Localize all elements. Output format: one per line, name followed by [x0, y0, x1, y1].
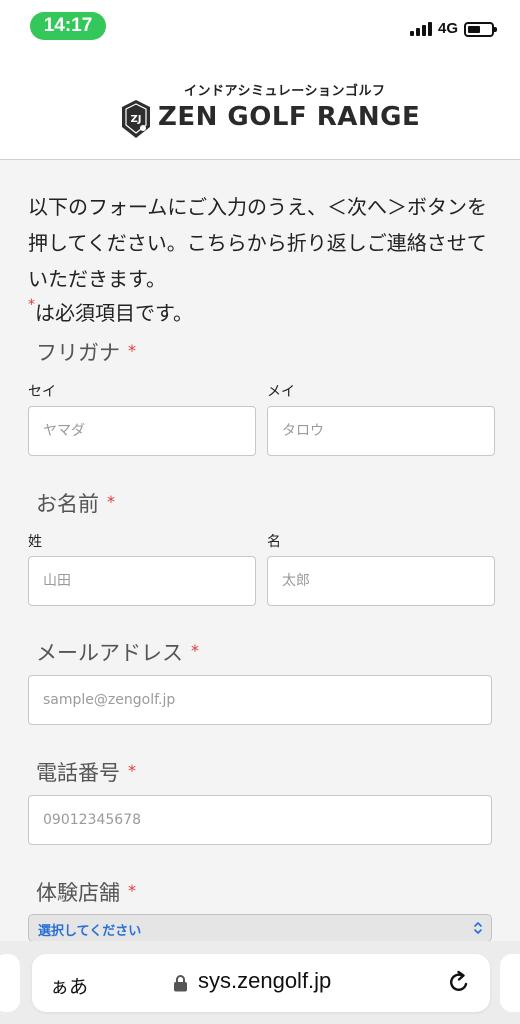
store-select[interactable]: 選択してください: [28, 914, 492, 941]
store-label-text: 体験店舗: [36, 881, 120, 905]
furigana-sei-input[interactable]: ヤマダ: [28, 406, 256, 456]
phone-field[interactable]: 09012345678: [28, 795, 492, 845]
required-marker: *: [128, 881, 136, 900]
furigana-label: フリガナ *: [36, 337, 136, 367]
svg-text:ZJ: ZJ: [131, 114, 142, 125]
lock-icon: [174, 975, 187, 992]
brand-name: ZEN GOLF RANGE: [158, 102, 421, 132]
last-name-input[interactable]: 山田: [28, 556, 256, 606]
first-name-input[interactable]: 太郎: [267, 556, 495, 606]
header-tagline: インドアシミュレーションゴルフ: [184, 84, 386, 99]
furigana-mei-label: メイ: [267, 384, 295, 400]
required-marker: *: [191, 641, 199, 660]
furigana-mei-input[interactable]: タロウ: [267, 406, 495, 456]
furigana-sei-label: セイ: [28, 384, 56, 400]
network-label: 4G: [438, 20, 459, 37]
next-tab-peek[interactable]: [500, 954, 520, 1012]
store-label: 体験店舗 *: [36, 877, 136, 907]
previous-tab-peek[interactable]: [0, 954, 20, 1012]
email-label: メールアドレス *: [36, 637, 199, 667]
form-content: 以下のフォームにご入力のうえ、＜次へ＞ボタンを押してください。こちらから折り返し…: [0, 161, 520, 941]
status-time: 14:17: [30, 12, 106, 40]
store-select-value: 選択してください: [38, 924, 142, 939]
required-note-text: は必須項目です。: [35, 301, 193, 325]
signal-icon: [410, 22, 434, 36]
form-intro: 以下のフォームにご入力のうえ、＜次へ＞ボタンを押してください。こちらから折り返し…: [28, 195, 487, 291]
required-note: *は必須項目です。: [28, 297, 193, 326]
required-marker: *: [28, 297, 35, 313]
name-sei-label: 姓: [28, 534, 42, 550]
url-text: sys.zengolf.jp: [198, 968, 332, 993]
name-mei-label: 名: [267, 534, 281, 550]
reader-options-button[interactable]: ぁあ: [50, 972, 88, 999]
required-marker: *: [107, 492, 115, 511]
email-field[interactable]: sample@zengolf.jp: [28, 675, 492, 725]
chevron-up-down-icon: [474, 922, 482, 934]
zen-logo-icon: ZJ: [122, 100, 150, 138]
site-header: インドアシミュレーションゴルフ ZJ ZEN GOLF RANGE: [0, 52, 520, 160]
browser-bottom-bar: ぁあ sys.zengolf.jp: [0, 941, 520, 1024]
name-label: お名前 *: [36, 488, 115, 518]
phone-label-text: 電話番号: [36, 761, 120, 785]
address-bar[interactable]: ぁあ sys.zengolf.jp: [32, 954, 490, 1012]
required-marker: *: [128, 761, 136, 780]
battery-icon: [464, 22, 497, 37]
furigana-label-text: フリガナ: [36, 341, 120, 365]
phone-label: 電話番号 *: [36, 757, 136, 787]
status-bar: 14:17 4G: [0, 0, 520, 52]
email-label-text: メールアドレス: [36, 641, 183, 665]
required-marker: *: [128, 341, 136, 360]
name-label-text: お名前: [36, 492, 99, 516]
reload-icon[interactable]: [446, 969, 472, 995]
